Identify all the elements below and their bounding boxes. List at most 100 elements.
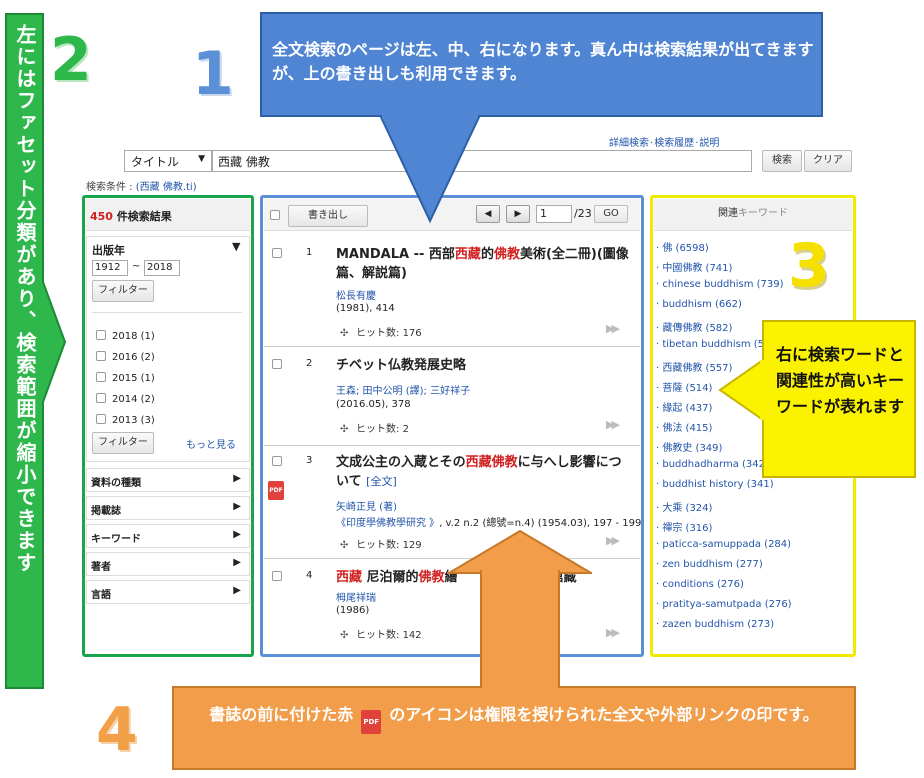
- result-checkbox[interactable]: [272, 247, 288, 260]
- go-button[interactable]: GO: [594, 205, 628, 223]
- result-meta: (1986): [336, 605, 370, 616]
- divider: [92, 312, 242, 313]
- checkbox[interactable]: [96, 330, 106, 340]
- facet-group-language[interactable]: 言語 ▶: [86, 580, 250, 604]
- fulltext-link: [全文]: [366, 475, 397, 488]
- keyword-item[interactable]: · 禪宗 (316): [656, 519, 712, 534]
- search-button[interactable]: 検索: [762, 150, 802, 172]
- year-option[interactable]: 2014 (2): [96, 393, 155, 405]
- year-list-filter-button[interactable]: フィルター: [92, 432, 154, 454]
- field-select-value: タイトル: [131, 155, 180, 169]
- search-condition: 検索条件 : (西藏 佛教.ti): [86, 178, 197, 193]
- search-input[interactable]: 西藏 佛教: [212, 150, 752, 172]
- result-hits: ✣ ヒット数: 142: [340, 630, 422, 641]
- blue-callout-pointer: [380, 115, 480, 224]
- yellow-callout-joint: [760, 360, 766, 420]
- checkbox[interactable]: [96, 414, 106, 424]
- chevron-down-icon[interactable]: ▼: [232, 240, 240, 253]
- top-links: 詳細検索·検索履歴·説明: [609, 138, 720, 149]
- facet-group-keyword[interactable]: キーワード ▶: [86, 524, 250, 548]
- expand-icon[interactable]: ▶▶: [606, 534, 620, 547]
- result-title[interactable]: チベット仏教発展史略: [336, 356, 632, 375]
- checkbox[interactable]: [96, 372, 106, 382]
- result-author[interactable]: 矢崎正見 (著): [336, 498, 397, 513]
- keyword-item[interactable]: · buddhism (662): [656, 299, 742, 310]
- search-history-link[interactable]: 検索履歴: [654, 138, 694, 149]
- journal-link[interactable]: 《印度學佛教學研究 》: [336, 518, 439, 529]
- next-page-icon[interactable]: ▶: [506, 205, 530, 223]
- expand-icon[interactable]: ▶▶: [606, 322, 620, 335]
- keyword-item[interactable]: · tibetan buddhism (571: [656, 339, 777, 350]
- number-4: 4: [96, 695, 138, 765]
- result-checkbox[interactable]: [272, 570, 288, 583]
- chevron-right-icon: ▶: [233, 529, 241, 540]
- year-option[interactable]: 2015 (1): [96, 372, 155, 384]
- keyword-item[interactable]: · 中國佛教 (741): [656, 259, 732, 274]
- result-meta: (1981), 414: [336, 303, 395, 314]
- keyword-item[interactable]: · buddhadharma (342): [656, 459, 769, 470]
- keyword-item[interactable]: · zazen buddhism (273): [656, 619, 774, 630]
- yellow-callout-pointer: [718, 358, 766, 422]
- keyword-panel-title: 関連キーワード: [654, 199, 852, 231]
- keyword-item[interactable]: · zen buddhism (277): [656, 559, 763, 570]
- result-hits: ✣ ヒット数: 129: [340, 540, 422, 551]
- result-number: 3: [306, 455, 313, 466]
- page-number-input[interactable]: 1: [536, 205, 572, 223]
- result-author[interactable]: 松長有慶: [336, 287, 376, 302]
- help-link[interactable]: 説明: [699, 138, 719, 149]
- year-option[interactable]: 2016 (2): [96, 351, 155, 363]
- year-range-tilde: ~: [132, 261, 141, 272]
- keyword-item[interactable]: · 藏傳佛教 (582): [656, 319, 732, 334]
- keyword-item[interactable]: · 菩薩 (514): [656, 379, 712, 394]
- year-filter-button[interactable]: フィルター: [92, 280, 154, 302]
- result-hits: ✣ ヒット数: 2: [340, 424, 409, 435]
- advanced-search-link[interactable]: 詳細検索: [609, 138, 649, 149]
- select-all-checkbox[interactable]: [270, 209, 286, 222]
- hits-icon: ✣: [340, 540, 349, 551]
- result-title[interactable]: 文成公主の入蔵とその西藏佛教に与へし影響について [全文]: [336, 453, 632, 491]
- keyword-item[interactable]: · paticca-samuppada (284): [656, 539, 791, 550]
- year-facet-title[interactable]: 出版年: [92, 242, 125, 258]
- result-title[interactable]: MANDALA -- 西部西藏的佛教美術(全二冊)(圖像篇、解説篇): [336, 245, 632, 283]
- export-button[interactable]: 書き出し: [288, 205, 368, 227]
- keyword-item[interactable]: · 大乘 (324): [656, 499, 712, 514]
- facet-group-type[interactable]: 資料の種類 ▶: [86, 468, 250, 492]
- year-option[interactable]: 2013 (3): [96, 414, 155, 426]
- expand-icon[interactable]: ▶▶: [606, 418, 620, 431]
- facet-group-author[interactable]: 著者 ▶: [86, 552, 250, 576]
- result-checkbox[interactable]: [272, 358, 288, 371]
- result-number: 2: [306, 358, 313, 369]
- keyword-item[interactable]: · buddhist history (341): [656, 479, 774, 490]
- orange-callout-text: 書誌の前に付けた赤 PDF のアイコンは権限を授けられた全文や外部リンクの印です。: [186, 702, 842, 734]
- keyword-item[interactable]: · 佛教史 (349): [656, 439, 722, 454]
- keyword-item[interactable]: · pratitya-samutpada (276): [656, 599, 792, 610]
- checkbox[interactable]: [96, 393, 106, 403]
- facet-group-journal[interactable]: 掲載誌 ▶: [86, 496, 250, 520]
- page-total: /23: [574, 207, 592, 220]
- expand-icon[interactable]: ▶▶: [606, 626, 620, 639]
- hits-icon: ✣: [340, 328, 349, 339]
- select-caret-icon: ▼: [198, 154, 205, 164]
- pdf-icon[interactable]: PDF: [268, 481, 284, 500]
- field-select[interactable]: タイトル ▼: [124, 150, 212, 172]
- keyword-item[interactable]: · 緣起 (437): [656, 399, 712, 414]
- year-from-input[interactable]: 1912: [92, 260, 128, 276]
- keyword-item[interactable]: · chinese buddhism (739): [656, 279, 784, 290]
- pdf-icon: PDF: [361, 710, 382, 734]
- keyword-item[interactable]: · 佛法 (415): [656, 419, 712, 434]
- keyword-item[interactable]: · 佛 (6598): [656, 239, 709, 254]
- result-author[interactable]: 栂尾祥瑞: [336, 589, 376, 604]
- result-author[interactable]: 王森; 田中公明 (譯); 三好祥子: [336, 382, 470, 397]
- keyword-item[interactable]: · conditions (276): [656, 579, 744, 590]
- chevron-right-icon: ▶: [233, 557, 241, 568]
- result-number: 4: [306, 570, 313, 581]
- year-to-input[interactable]: 2018: [144, 260, 180, 276]
- year-option[interactable]: 2018 (1): [96, 330, 155, 342]
- show-more-link[interactable]: もっと見る: [186, 436, 236, 451]
- checkbox[interactable]: [96, 351, 106, 361]
- result-count-number: 450: [90, 210, 113, 223]
- clear-button[interactable]: クリア: [804, 150, 852, 172]
- result-checkbox[interactable]: [272, 455, 288, 468]
- condition-value[interactable]: (西藏 佛教.ti): [136, 182, 197, 193]
- blue-callout-text: 全文検索のページは左、中、右になります。真ん中は検索結果が出てきますが、上の書き…: [272, 40, 814, 83]
